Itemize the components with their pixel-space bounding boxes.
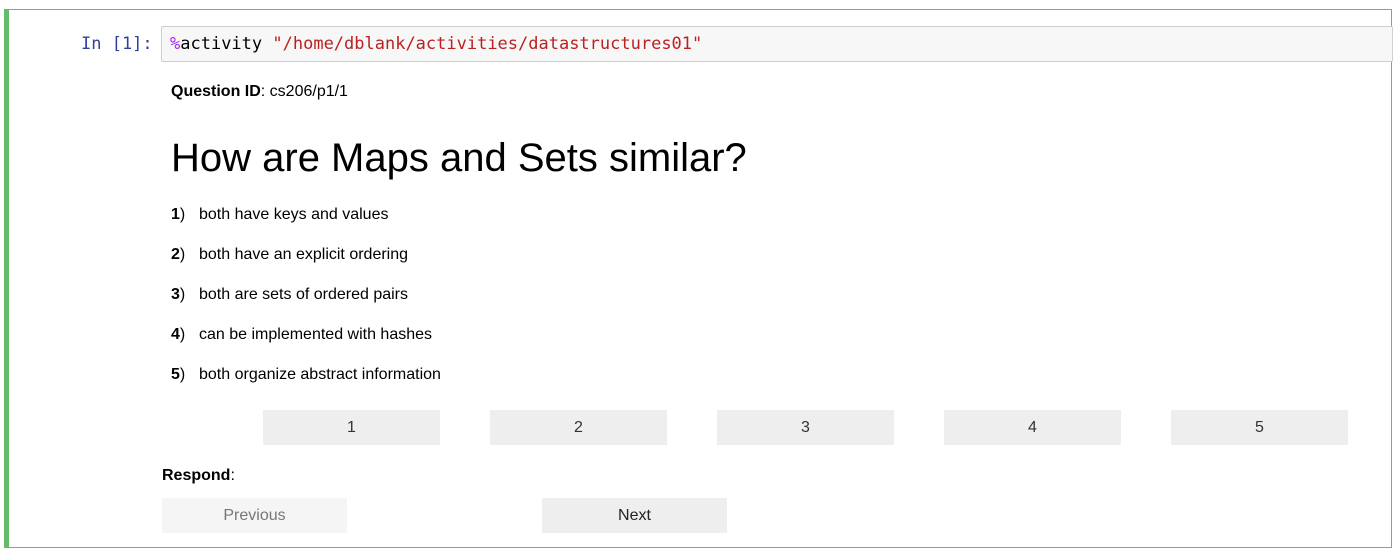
input-prompt: In [1]: — [81, 34, 153, 54]
answer-button-1[interactable]: 1 — [263, 410, 440, 445]
choice-text: both have an explicit ordering — [199, 246, 409, 263]
answer-button-3[interactable]: 3 — [717, 410, 894, 445]
next-button[interactable]: Next — [542, 498, 727, 533]
question-id: Question ID: cs206/p1/1 — [171, 82, 348, 102]
code-input-area[interactable]: %activity "/home/dblank/activities/datas… — [161, 26, 1393, 62]
choice-item: 4) can be implemented with hashes — [171, 325, 441, 365]
choice-text: both have keys and values — [199, 206, 389, 223]
question-title: How are Maps and Sets similar? — [171, 136, 747, 180]
choice-number: 4) — [171, 326, 186, 343]
choice-item: 2) both have an explicit ordering — [171, 245, 441, 285]
answer-button-5[interactable]: 5 — [1171, 410, 1348, 445]
choice-number: 1) — [171, 206, 186, 223]
magic-argument: "/home/dblank/activities/datastructures0… — [272, 34, 703, 54]
choice-number: 5) — [171, 366, 186, 383]
magic-name: activity — [180, 34, 263, 54]
choice-item: 5) both organize abstract information — [171, 365, 441, 405]
code-line: %activity "/home/dblank/activities/datas… — [170, 34, 702, 54]
choice-item: 3) both are sets of ordered pairs — [171, 285, 441, 325]
choice-item: 1) both have keys and values — [171, 205, 441, 245]
question-id-value: : cs206/p1/1 — [260, 83, 348, 100]
choices-list: 1) both have keys and values 2) both hav… — [171, 205, 441, 405]
choice-text: both are sets of ordered pairs — [199, 286, 409, 303]
choice-number: 3) — [171, 286, 186, 303]
magic-percent: % — [170, 34, 181, 54]
respond-label: Respond: — [162, 467, 235, 484]
choice-number: 2) — [171, 246, 186, 263]
choice-text: can be implemented with hashes — [199, 326, 433, 343]
previous-button[interactable]: Previous — [162, 498, 347, 533]
question-id-label: Question ID — [171, 83, 261, 100]
answer-button-4[interactable]: 4 — [944, 410, 1121, 445]
answer-button-2[interactable]: 2 — [490, 410, 667, 445]
choice-text: both organize abstract information — [199, 366, 441, 383]
